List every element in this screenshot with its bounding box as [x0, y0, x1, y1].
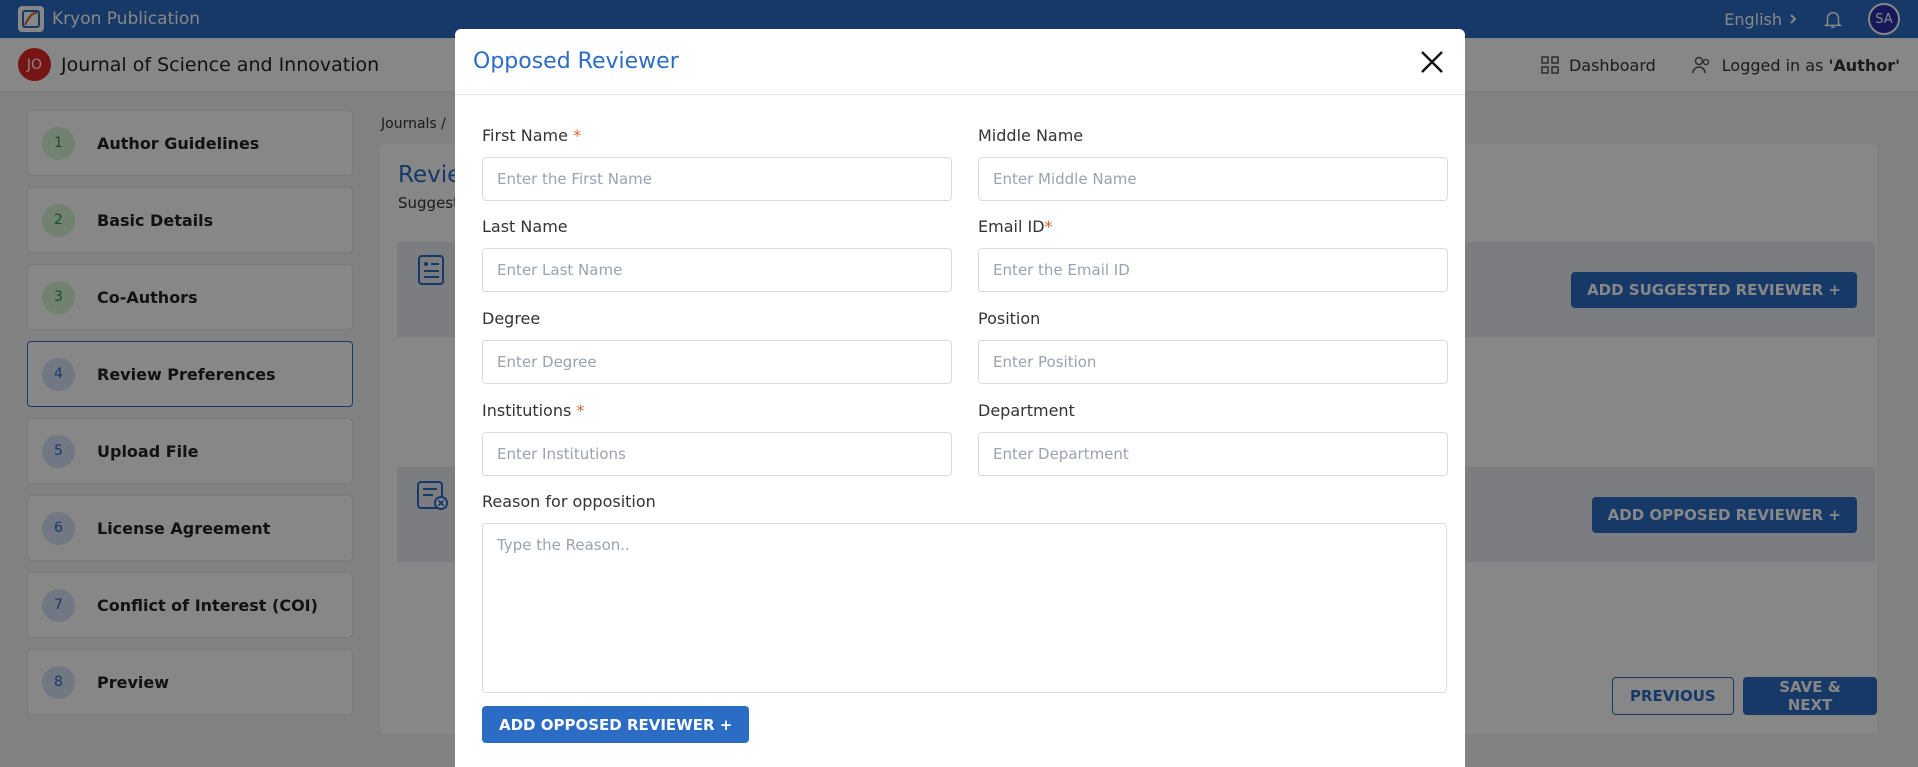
last-name-label: Last Name — [482, 217, 568, 236]
add-opposed-reviewer-submit-button[interactable]: ADD OPPOSED REVIEWER + — [482, 706, 750, 743]
institutions-label: Institutions * — [482, 401, 585, 420]
middle-name-label: Middle Name — [978, 126, 1084, 145]
position-input[interactable] — [978, 340, 1448, 384]
close-icon[interactable] — [1419, 49, 1445, 75]
department-input[interactable] — [978, 432, 1448, 476]
reason-textarea[interactable] — [482, 523, 1447, 693]
degree-input[interactable] — [482, 340, 952, 384]
department-label: Department — [978, 401, 1075, 420]
position-label: Position — [978, 309, 1041, 328]
institutions-input[interactable] — [482, 432, 952, 476]
opposed-reviewer-modal: Opposed Reviewer First Name * Middle Nam… — [455, 29, 1465, 767]
degree-label: Degree — [482, 309, 541, 328]
first-name-input[interactable] — [482, 157, 952, 201]
modal-title: Opposed Reviewer — [473, 49, 679, 74]
modal-header: Opposed Reviewer — [455, 29, 1465, 95]
last-name-input[interactable] — [482, 248, 952, 292]
middle-name-input[interactable] — [978, 157, 1448, 201]
first-name-label: First Name * — [482, 126, 582, 145]
email-label: Email ID* — [978, 217, 1053, 236]
email-input[interactable] — [978, 248, 1448, 292]
reason-label: Reason for opposition — [482, 492, 656, 511]
